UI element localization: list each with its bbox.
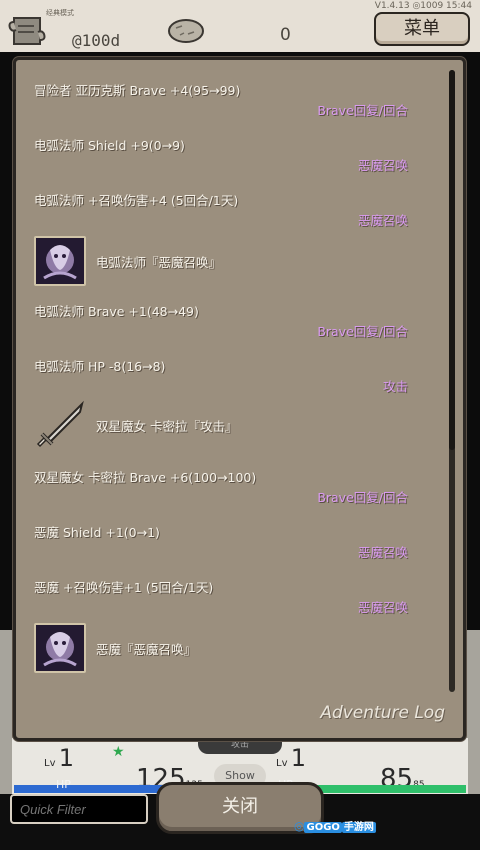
star-icon: ★ xyxy=(112,744,125,760)
log-entry-tag: 恶魔召唤 xyxy=(357,213,408,228)
log-entry-action: 恶魔『恶魔召唤』 xyxy=(34,623,434,675)
log-entry-tag: 恶魔召唤 xyxy=(357,600,408,615)
scroll-icon[interactable] xyxy=(8,14,46,48)
top-bar: 经典模式 V1.4.13 ◎1009 15:44 @100d 0 菜单 xyxy=(0,0,480,52)
log-entry-tag: 恶魔召唤 xyxy=(357,545,408,560)
log-entry: 电弧法师 +召唤伤害+4 (5回合/1天) 恶魔召唤 xyxy=(34,190,444,228)
log-entry-text: 电弧法师 Brave +1(48→49) xyxy=(34,304,199,319)
log-entry-text: 电弧法师 Shield +9(0→9) xyxy=(34,138,185,153)
log-entry-text: 恶魔 +召唤伤害+1 (5回合/1天) xyxy=(34,580,214,595)
watermark-logo: ◎ GOGO 手游网 xyxy=(294,819,376,833)
menu-button[interactable]: 菜单 xyxy=(374,12,470,46)
player-level: Lv 1 xyxy=(44,744,74,772)
money-counter: @100d xyxy=(72,31,121,50)
log-scrollbar-thumb[interactable] xyxy=(449,70,455,450)
log-entry: 恶魔 +召唤伤害+1 (5回合/1天) 恶魔召唤 xyxy=(34,577,444,615)
stone-icon xyxy=(168,19,204,43)
log-entry-tag: 恶魔召唤 xyxy=(357,158,408,173)
adventure-log-title: Adventure Log xyxy=(320,703,445,723)
log-entry-tag: Brave回复/回合 xyxy=(317,490,408,505)
log-entry-text: 电弧法师 +召唤伤害+4 (5回合/1天) xyxy=(34,193,239,208)
log-entry-action: 电弧法师『恶魔召唤』 xyxy=(34,236,434,288)
stone-count: 0 xyxy=(280,25,291,45)
log-entry-tag: 攻击 xyxy=(382,379,408,394)
log-entry: 恶魔 Shield +1(0→1) 恶魔召唤 xyxy=(34,522,444,560)
log-entry-text: 双星魔女 卡密拉 Brave +6(100→100) xyxy=(34,470,257,485)
log-entry: 电弧法师 Shield +9(0→9) 恶魔召唤 xyxy=(34,135,444,173)
log-entry: 冒险者 亚历克斯 Brave +4(95→99) Brave回复/回合 xyxy=(34,80,444,118)
log-entry-text: 电弧法师 HP -8(16→8) xyxy=(34,359,166,374)
sword-icon xyxy=(36,400,84,448)
log-entry-text: 恶魔『恶魔召唤』 xyxy=(96,642,197,657)
log-entry: 电弧法师 Brave +1(48→49) Brave回复/回合 xyxy=(34,301,444,339)
adventure-log-dialog: 冒险者 亚历克斯 Brave +4(95→99) Brave回复/回合 电弧法师… xyxy=(13,57,466,741)
log-entry: 电弧法师 HP -8(16→8) 攻击 xyxy=(34,356,444,394)
log-entry-action: 双星魔女 卡密拉『攻击』 xyxy=(34,400,434,452)
log-entry-text: 冒险者 亚历克斯 Brave +4(95→99) xyxy=(34,83,241,98)
log-entry-tag: Brave回复/回合 xyxy=(317,324,408,339)
enemy-level: Lv 1 xyxy=(276,744,306,772)
player-hp-label: HP xyxy=(56,778,71,791)
log-entry-text: 双星魔女 卡密拉『攻击』 xyxy=(96,419,238,434)
quick-filter-input[interactable] xyxy=(10,794,148,824)
mode-label: 经典模式 xyxy=(46,9,74,17)
log-entry-text: 电弧法师『恶魔召唤』 xyxy=(96,255,222,270)
version-label: V1.4.13 ◎1009 15:44 xyxy=(374,1,472,11)
log-entry-text: 恶魔 Shield +1(0→1) xyxy=(34,525,160,540)
log-entry-tag: Brave回复/回合 xyxy=(317,103,408,118)
log-entry: 双星魔女 卡密拉 Brave +6(100→100) Brave回复/回合 xyxy=(34,467,444,505)
demon-portrait-icon xyxy=(34,236,86,286)
demon-portrait-icon xyxy=(34,623,86,673)
